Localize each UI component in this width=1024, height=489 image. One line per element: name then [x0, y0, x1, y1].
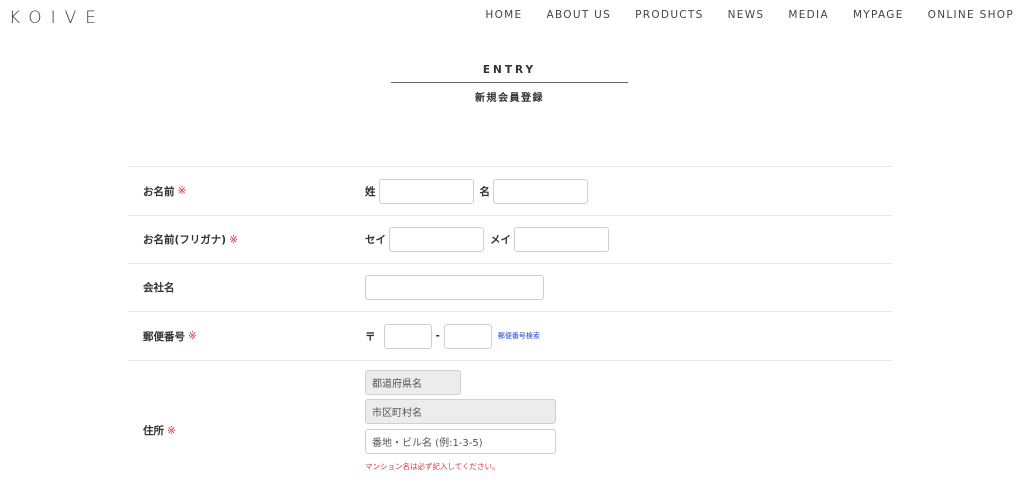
page-title-en: ENTRY	[391, 64, 628, 83]
nav-mypage[interactable]: MYPAGE	[853, 9, 904, 21]
first-name-label: 名	[479, 185, 491, 198]
nav-about-us[interactable]: ABOUT US	[546, 9, 611, 21]
nav-news[interactable]: NEWS	[728, 9, 765, 21]
page-title-jp: 新規会員登録	[475, 93, 544, 104]
first-kana-input[interactable]	[514, 227, 609, 252]
nav-online-shop[interactable]: ONLINE SHOP	[928, 9, 1014, 21]
company-label-text: 会社名	[143, 282, 175, 294]
required-mark: ※	[167, 424, 176, 437]
page-heading: ENTRY 新規会員登録	[391, 64, 628, 104]
name-row: お名前 ※ 姓 名	[129, 166, 892, 215]
required-mark: ※	[177, 185, 187, 197]
company-row: 会社名	[129, 263, 892, 311]
kana-label: お名前(フリガナ) ※	[129, 216, 365, 263]
required-mark: ※	[188, 330, 197, 342]
kana-row: お名前(フリガナ) ※ セイ メイ	[129, 215, 892, 263]
postal-code-second-input[interactable]	[443, 323, 492, 349]
address-note: マンション名は必ず記入してください。	[365, 462, 500, 471]
city-input[interactable]: 市区町村名	[365, 399, 556, 424]
address-label: 住所 ※	[129, 361, 365, 489]
last-kana-label: セイ	[365, 234, 386, 246]
street-placeholder: 番地・ビル名 (例:1-3-5)	[372, 438, 483, 449]
postal-row: 郵便番号 ※ 〒 - 郵便番号検索	[129, 311, 892, 360]
last-name-input[interactable]	[378, 178, 474, 204]
postal-fields: 〒 - 郵便番号検索	[365, 312, 892, 360]
company-fields	[365, 264, 892, 311]
nav-products[interactable]: PRODUCTS	[635, 9, 703, 21]
company-label: 会社名	[129, 264, 365, 311]
first-name-input[interactable]	[493, 178, 588, 204]
main-nav: HOME ABOUT US PRODUCTS NEWS MEDIA MYPAGE…	[461, 9, 1014, 21]
site-logo[interactable]: KOIVE	[9, 8, 105, 28]
name-label: お名前 ※	[129, 167, 365, 215]
first-kana-label: メイ	[490, 234, 511, 246]
address-fields: 都道府県名 市区町村名 番地・ビル名 (例:1-3-5) マンション名は必ず記入…	[365, 361, 892, 489]
nav-home[interactable]: HOME	[485, 9, 522, 21]
nav-media[interactable]: MEDIA	[788, 9, 829, 21]
postal-label: 郵便番号 ※	[129, 312, 365, 360]
required-mark: ※	[229, 233, 238, 246]
postal-dash: -	[435, 330, 440, 342]
postal-mark: 〒	[365, 330, 376, 343]
address-label-text: 住所	[143, 425, 164, 437]
postal-search-link[interactable]: 郵便番号検索	[498, 331, 540, 341]
prefecture-placeholder: 都道府県名	[372, 379, 422, 390]
last-kana-input[interactable]	[389, 227, 484, 252]
entry-form: お名前 ※ 姓 名 お名前(フリガナ) ※ セイ メイ 会社名 郵便番号 ※ 〒…	[129, 166, 892, 489]
name-fields: 姓 名	[365, 167, 892, 215]
postal-code-first-input[interactable]	[383, 323, 432, 349]
street-input[interactable]: 番地・ビル名 (例:1-3-5)	[365, 429, 556, 454]
last-name-label: 姓	[365, 185, 376, 198]
kana-fields: セイ メイ	[365, 216, 892, 263]
name-label-text: お名前	[143, 185, 175, 198]
postal-label-text: 郵便番号	[143, 330, 185, 343]
kana-label-text: お名前(フリガナ)	[143, 234, 227, 246]
city-placeholder: 市区町村名	[372, 408, 422, 419]
address-row: 住所 ※ 都道府県名 市区町村名 番地・ビル名 (例:1-3-5) マンション名は…	[129, 360, 892, 489]
prefecture-input[interactable]: 都道府県名	[365, 370, 461, 395]
company-input[interactable]	[365, 275, 544, 300]
